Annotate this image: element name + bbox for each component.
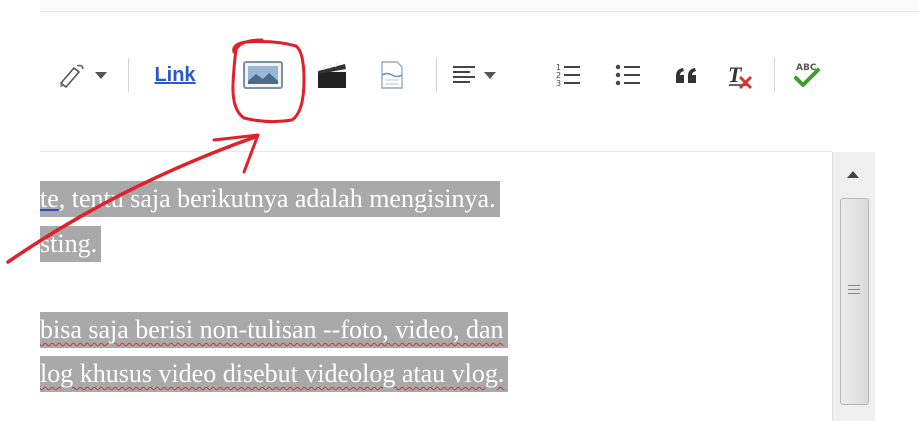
numbered-list-icon: 1 2 3 [556, 63, 580, 88]
insert-image-button[interactable] [233, 44, 293, 106]
clear-formatting-button[interactable]: T [720, 44, 760, 106]
clear-formatting-icon: T [728, 62, 753, 90]
spellcheck-icon: ABC [794, 63, 820, 87]
editor-toolbar: Link 1 2 3 T ABC [40, 44, 919, 106]
quote-button[interactable] [670, 44, 704, 106]
scroll-thumb[interactable] [840, 198, 869, 405]
grip-line [848, 285, 860, 286]
text-color-pencil-icon [59, 64, 84, 88]
toolbar-separator [128, 58, 129, 92]
text-fragment: , tentu saja berikutnya adalah mengisiny… [58, 184, 496, 213]
bullet-list-button[interactable] [610, 44, 646, 106]
chevron-down-icon [95, 72, 107, 79]
insert-image-icon [243, 61, 283, 89]
numbered-list-button[interactable]: 1 2 3 [550, 44, 586, 106]
link-text-fragment: te [40, 184, 59, 213]
toolbar-separator [436, 58, 437, 92]
spellcheck-button[interactable]: ABC [784, 44, 830, 106]
toolbar-separator [774, 58, 775, 92]
chevron-down-icon [484, 72, 496, 79]
text-fragment: log khusus video disebut videolog atau v… [40, 359, 505, 388]
text-fragment: bisa saja berisi non-tulisan --foto, vid… [40, 315, 504, 344]
editor-text-line: log khusus video disebut videolog atau v… [40, 356, 509, 392]
svg-text:3: 3 [556, 79, 561, 88]
jump-break-button[interactable] [367, 44, 417, 106]
link-label: Link [154, 63, 196, 86]
jump-break-icon [381, 61, 403, 89]
editor-text-line: bisa saja berisi non-tulisan --foto, vid… [40, 312, 508, 348]
align-icon [453, 66, 475, 83]
svg-text:T: T [728, 62, 743, 87]
grip-line [848, 293, 860, 294]
scroll-up-button[interactable] [841, 164, 865, 186]
bullet-list-icon [615, 64, 640, 86]
quote-icon [676, 68, 696, 83]
text-fragment: sting. [40, 229, 98, 258]
top-divider [40, 0, 919, 12]
editor-text-line: te, tentu saja berikutnya adalah mengisi… [40, 181, 500, 217]
text-color-dropdown[interactable] [90, 44, 112, 106]
align-dropdown[interactable] [480, 44, 500, 106]
text-color-button[interactable] [55, 44, 89, 106]
insert-video-icon [318, 62, 346, 88]
link-button[interactable]: Link [145, 44, 205, 106]
insert-video-button[interactable] [302, 44, 362, 106]
chevron-up-icon [847, 171, 859, 178]
editor-text-line: sting. [40, 226, 102, 262]
align-button[interactable] [448, 44, 480, 106]
grip-line [848, 289, 860, 290]
editor-scrollbar[interactable] [832, 152, 875, 421]
